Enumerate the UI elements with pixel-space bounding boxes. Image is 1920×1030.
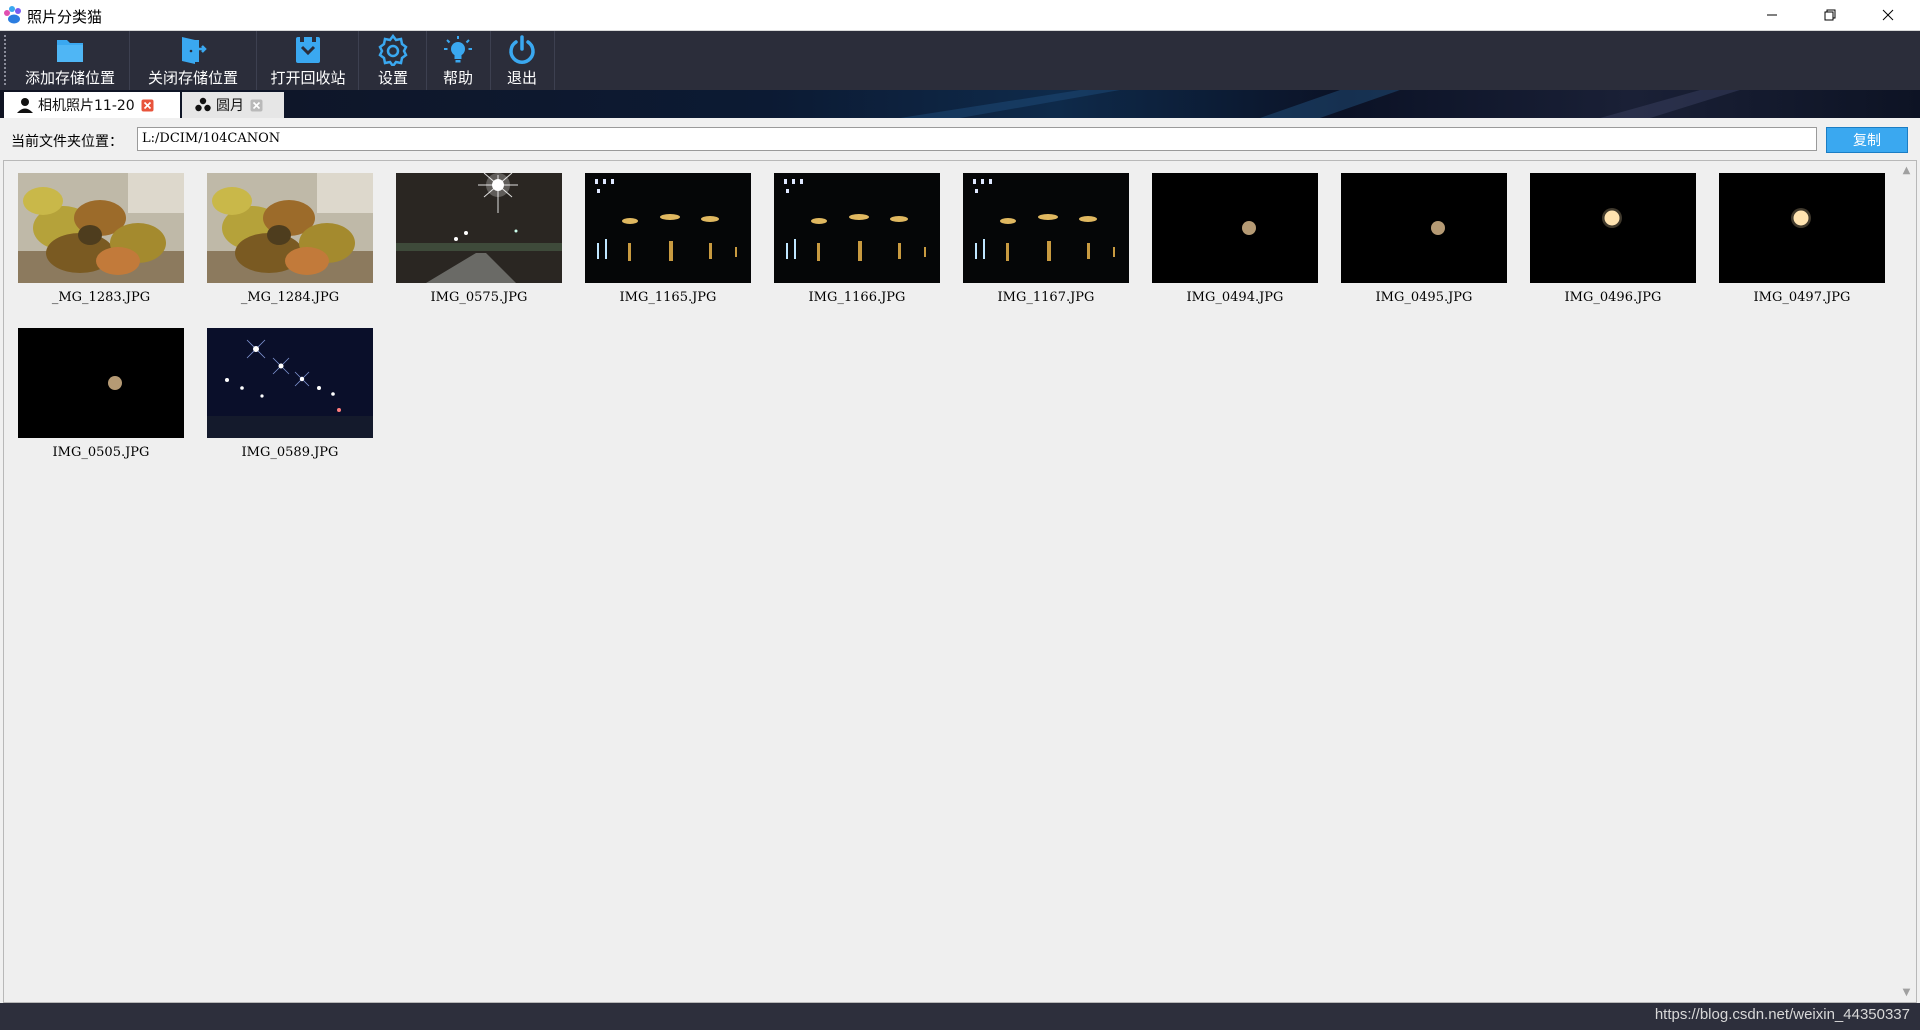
photo-filename: IMG_0575.JPG: [430, 290, 528, 305]
toolbar-divider: [358, 31, 359, 90]
photo-image[interactable]: [963, 173, 1129, 283]
group-icon: [195, 97, 211, 112]
vertical-scrollbar[interactable]: ▲ ▼: [1898, 162, 1915, 1001]
content-panel: 当前文件夹位置： L:/DCIM/104CANON 复制 ▲ ▼ _MG_128…: [0, 118, 1920, 1003]
photo-thumbnail[interactable]: IMG_0589.JPG: [207, 328, 373, 460]
close-storage-label: 关闭存储位置: [147, 69, 238, 87]
scroll-up-icon[interactable]: ▲: [1898, 162, 1915, 179]
tab-camera-photos[interactable]: 相机照片11-20: [4, 92, 180, 118]
add-storage-label: 添加存储位置: [24, 69, 115, 87]
close-button[interactable]: [1859, 0, 1917, 30]
photo-filename: IMG_1166.JPG: [808, 290, 906, 305]
tab-strip: 相机照片11-20 圆月: [0, 90, 1920, 118]
photo-image[interactable]: [1152, 173, 1318, 283]
watermark: https://blog.csdn.net/weixin_44350337: [1654, 1006, 1910, 1023]
app-title: 照片分类猫: [27, 8, 103, 26]
photo-image[interactable]: [585, 173, 751, 283]
photo-thumbnail[interactable]: IMG_0495.JPG: [1341, 173, 1507, 305]
recycle-bin-icon: [296, 37, 320, 63]
toolbar: 添加存储位置 关闭存储位置 打开回收站 设置 帮助 退出: [0, 31, 1920, 90]
photo-thumbnail[interactable]: IMG_1165.JPG: [585, 173, 751, 305]
photo-filename: IMG_0497.JPG: [1753, 290, 1851, 305]
photo-filename: IMG_0494.JPG: [1186, 290, 1284, 305]
photo-thumbnail[interactable]: IMG_1167.JPG: [963, 173, 1129, 305]
tab-full-moon[interactable]: 圆月: [182, 92, 284, 118]
photo-gallery[interactable]: ▲ ▼ _MG_1283.JPG _MG_1284.JPG IMG_0575.J…: [3, 160, 1917, 1003]
status-bar: https://blog.csdn.net/weixin_44350337: [0, 1003, 1920, 1030]
banner-decoration: [900, 90, 1740, 118]
tab-label: 相机照片11-20: [38, 98, 135, 114]
photo-image[interactable]: [1719, 173, 1885, 283]
photo-filename: IMG_1165.JPG: [619, 290, 717, 305]
toolbar-divider: [426, 31, 427, 90]
lightbulb-icon: [444, 36, 472, 63]
scroll-down-icon[interactable]: ▼: [1898, 984, 1915, 1001]
power-icon: [509, 35, 535, 64]
exit-button[interactable]: 退出: [494, 31, 550, 90]
recycle-bin-label: 打开回收站: [270, 69, 346, 87]
add-storage-button[interactable]: 添加存储位置: [16, 31, 124, 90]
photo-thumbnail[interactable]: IMG_0505.JPG: [18, 328, 184, 460]
photo-filename: IMG_1167.JPG: [997, 290, 1095, 305]
photo-thumbnail[interactable]: _MG_1283.JPG: [18, 173, 184, 305]
close-storage-button[interactable]: 关闭存储位置: [135, 31, 251, 90]
photo-image[interactable]: [207, 173, 373, 283]
gear-icon: [378, 34, 408, 66]
photo-image[interactable]: [18, 173, 184, 283]
photo-thumbnail[interactable]: IMG_0575.JPG: [396, 173, 562, 305]
toolbar-divider: [490, 31, 491, 90]
settings-label: 设置: [377, 69, 408, 87]
path-label: 当前文件夹位置：: [11, 134, 123, 150]
tab-close-icon[interactable]: [141, 99, 154, 112]
person-icon: [17, 98, 33, 113]
photo-image[interactable]: [207, 328, 373, 438]
tab-label: 圆月: [216, 98, 244, 114]
folder-path-field[interactable]: L:/DCIM/104CANON: [137, 127, 1817, 151]
photo-filename: IMG_0589.JPG: [241, 445, 339, 460]
toolbar-divider: [256, 31, 257, 90]
photo-filename: IMG_0495.JPG: [1375, 290, 1473, 305]
photo-image[interactable]: [1341, 173, 1507, 283]
folder-icon: [57, 40, 83, 62]
exit-label: 退出: [506, 69, 537, 87]
minimize-button[interactable]: [1743, 0, 1801, 30]
restore-button[interactable]: [1801, 0, 1859, 30]
minimize-icon: [1767, 14, 1777, 16]
door-exit-icon: [182, 37, 207, 64]
help-button[interactable]: 帮助: [430, 31, 486, 90]
close-icon: [1882, 9, 1894, 21]
help-label: 帮助: [442, 69, 473, 87]
tab-close-icon[interactable]: [250, 99, 263, 112]
photo-thumbnail[interactable]: IMG_1166.JPG: [774, 173, 940, 305]
photo-thumbnail[interactable]: IMG_0494.JPG: [1152, 173, 1318, 305]
toolbar-divider: [554, 31, 555, 90]
toolbar-divider: [129, 31, 130, 90]
settings-button[interactable]: 设置: [364, 31, 422, 90]
photo-filename: _MG_1284.JPG: [240, 290, 340, 305]
restore-icon: [1824, 9, 1836, 21]
photo-image[interactable]: [774, 173, 940, 283]
open-recycle-bin-button[interactable]: 打开回收站: [262, 31, 354, 90]
photo-image[interactable]: [18, 328, 184, 438]
photo-thumbnail[interactable]: _MG_1284.JPG: [207, 173, 373, 305]
copy-button[interactable]: 复制: [1826, 127, 1908, 153]
photo-image[interactable]: [1530, 173, 1696, 283]
photo-filename: _MG_1283.JPG: [51, 290, 151, 305]
photo-thumbnail[interactable]: IMG_0497.JPG: [1719, 173, 1885, 305]
paw-logo-icon: [4, 6, 21, 24]
photo-image[interactable]: [396, 173, 562, 283]
photo-filename: IMG_0496.JPG: [1564, 290, 1662, 305]
toolbar-grip[interactable]: [4, 35, 6, 85]
photo-thumbnail[interactable]: IMG_0496.JPG: [1530, 173, 1696, 305]
photo-filename: IMG_0505.JPG: [52, 445, 150, 460]
title-bar: 照片分类猫: [0, 0, 1920, 31]
